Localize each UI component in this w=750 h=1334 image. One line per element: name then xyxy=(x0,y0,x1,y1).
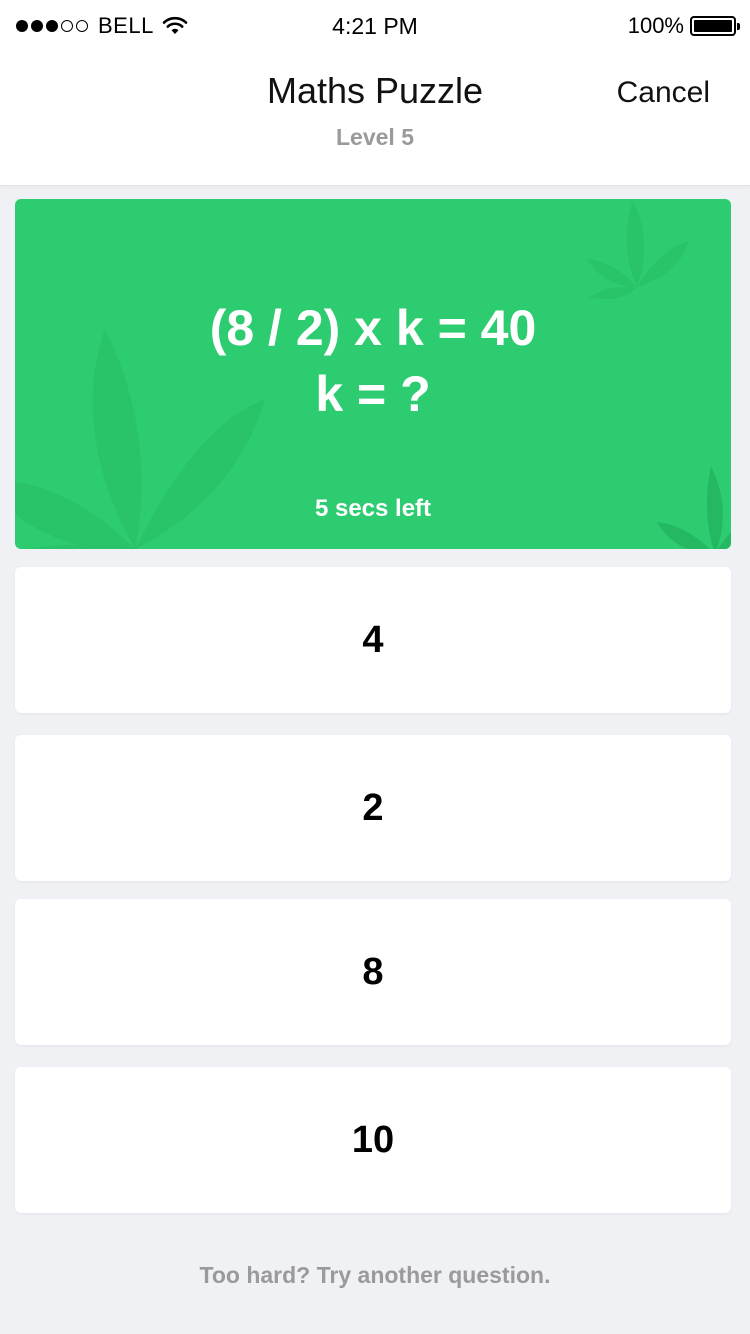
answer-label: 2 xyxy=(362,786,384,829)
status-right: 100% xyxy=(627,13,740,39)
question-text: (8 / 2) x k = 40 k = ? xyxy=(15,295,731,427)
try-another-question-link[interactable]: Too hard? Try another question. xyxy=(0,1262,750,1289)
answer-label: 4 xyxy=(362,618,384,661)
question-prompt: k = ? xyxy=(315,366,431,422)
question-equation: (8 / 2) x k = 40 xyxy=(209,300,537,356)
answer-option-4[interactable]: 10 xyxy=(15,1067,731,1213)
battery-percent: 100% xyxy=(627,13,684,38)
battery-icon xyxy=(690,16,740,36)
timer-label: 5 secs left xyxy=(314,495,432,522)
cancel-button[interactable]: Cancel xyxy=(617,76,710,110)
answer-option-1[interactable]: 4 xyxy=(15,567,731,713)
nav-bar: Maths Puzzle Level 5 Cancel xyxy=(0,52,750,186)
answer-option-2[interactable]: 2 xyxy=(15,735,731,881)
answer-label: 10 xyxy=(351,1118,395,1161)
answer-option-3[interactable]: 8 xyxy=(15,899,731,1045)
battery-fill xyxy=(694,20,732,32)
leaf-icon xyxy=(587,201,689,299)
question-card: (8 / 2) x k = 40 k = ? 5 secs left xyxy=(15,199,731,549)
level-label: Level 5 xyxy=(336,124,414,150)
status-bar: BELL 4:21 PM 100% xyxy=(0,0,750,52)
answer-label: 8 xyxy=(362,950,384,993)
